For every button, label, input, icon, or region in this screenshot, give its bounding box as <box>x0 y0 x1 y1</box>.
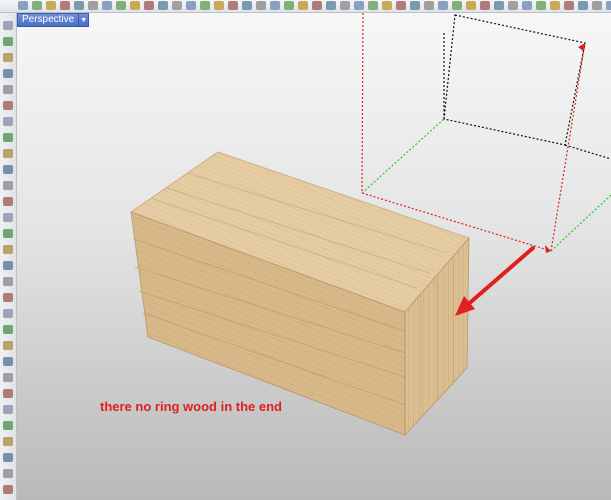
top-toolbar <box>0 0 611 13</box>
tool-icon[interactable] <box>3 181 13 190</box>
toolbar-icon[interactable] <box>522 1 532 10</box>
viewport-scene[interactable] <box>17 13 611 500</box>
toolbar-icon[interactable] <box>228 1 238 10</box>
toolbar-icon[interactable] <box>382 1 392 10</box>
perspective-viewport[interactable]: Perspective ▼ there no ring wood in the … <box>17 13 611 500</box>
tool-icon[interactable] <box>3 21 13 30</box>
toolbar-icon[interactable] <box>424 1 434 10</box>
tool-icon[interactable] <box>3 405 13 414</box>
tool-icon[interactable] <box>3 469 13 478</box>
toolbar-icon[interactable] <box>564 1 574 10</box>
tool-icon[interactable] <box>3 69 13 78</box>
left-toolbar <box>0 13 17 500</box>
toolbar-icon[interactable] <box>312 1 322 10</box>
toolbar-icon[interactable] <box>18 1 28 10</box>
tool-icon[interactable] <box>3 101 13 110</box>
viewport-tab[interactable]: Perspective ▼ <box>17 13 90 27</box>
toolbar-icon[interactable] <box>74 1 84 10</box>
tool-icon[interactable] <box>3 149 13 158</box>
tool-icon[interactable] <box>3 453 13 462</box>
toolbar-icon[interactable] <box>116 1 126 10</box>
toolbar-icon[interactable] <box>396 1 406 10</box>
tool-icon[interactable] <box>3 421 13 430</box>
toolbar-icon[interactable] <box>354 1 364 10</box>
toolbar-icon[interactable] <box>298 1 308 10</box>
toolbar-icon[interactable] <box>592 1 602 10</box>
toolbar-icon[interactable] <box>242 1 252 10</box>
tool-icon[interactable] <box>3 309 13 318</box>
toolbar-icon[interactable] <box>508 1 518 10</box>
toolbar-icon[interactable] <box>32 1 42 10</box>
toolbar-icon[interactable] <box>172 1 182 10</box>
tool-icon[interactable] <box>3 485 13 494</box>
tool-icon[interactable] <box>3 261 13 270</box>
tool-icon[interactable] <box>3 357 13 366</box>
tool-icon[interactable] <box>3 37 13 46</box>
tool-icon[interactable] <box>3 389 13 398</box>
toolbar-icon[interactable] <box>326 1 336 10</box>
toolbar-icon[interactable] <box>102 1 112 10</box>
toolbar-icon[interactable] <box>480 1 490 10</box>
tool-icon[interactable] <box>3 341 13 350</box>
toolbar-icon[interactable] <box>130 1 140 10</box>
viewport-tab-label[interactable]: Perspective <box>17 13 80 27</box>
tool-icon[interactable] <box>3 53 13 62</box>
toolbar-icon[interactable] <box>340 1 350 10</box>
toolbar-icon[interactable] <box>550 1 560 10</box>
tool-icon[interactable] <box>3 229 13 238</box>
tool-icon[interactable] <box>3 165 13 174</box>
toolbar-icon[interactable] <box>144 1 154 10</box>
tool-icon[interactable] <box>3 133 13 142</box>
tool-icon[interactable] <box>3 117 13 126</box>
toolbar-icon[interactable] <box>158 1 168 10</box>
toolbar-icon[interactable] <box>256 1 266 10</box>
toolbar-icon[interactable] <box>494 1 504 10</box>
annotation-text: there no ring wood in the end <box>100 399 282 414</box>
toolbar-icon[interactable] <box>200 1 210 10</box>
toolbar-icon[interactable] <box>186 1 196 10</box>
tool-icon[interactable] <box>3 245 13 254</box>
toolbar-icon[interactable] <box>536 1 546 10</box>
toolbar-icon[interactable] <box>452 1 462 10</box>
tool-icon[interactable] <box>3 213 13 222</box>
toolbar-icon[interactable] <box>368 1 378 10</box>
toolbar-icon[interactable] <box>284 1 294 10</box>
tool-icon[interactable] <box>3 197 13 206</box>
tool-icon[interactable] <box>3 293 13 302</box>
toolbar-icon[interactable] <box>214 1 224 10</box>
toolbar-icon[interactable] <box>270 1 280 10</box>
toolbar-icon[interactable] <box>438 1 448 10</box>
tool-icon[interactable] <box>3 325 13 334</box>
toolbar-icon[interactable] <box>88 1 98 10</box>
tool-icon[interactable] <box>3 85 13 94</box>
tool-icon[interactable] <box>3 277 13 286</box>
toolbar-icon[interactable] <box>578 1 588 10</box>
tool-icon[interactable] <box>3 437 13 446</box>
toolbar-icon[interactable] <box>606 1 611 10</box>
toolbar-icon[interactable] <box>466 1 476 10</box>
chevron-down-icon[interactable]: ▼ <box>79 13 90 27</box>
toolbar-icon[interactable] <box>60 1 70 10</box>
tool-icon[interactable] <box>3 373 13 382</box>
toolbar-icon[interactable] <box>46 1 56 10</box>
toolbar-icon[interactable] <box>410 1 420 10</box>
wood-block[interactable] <box>130 151 470 437</box>
